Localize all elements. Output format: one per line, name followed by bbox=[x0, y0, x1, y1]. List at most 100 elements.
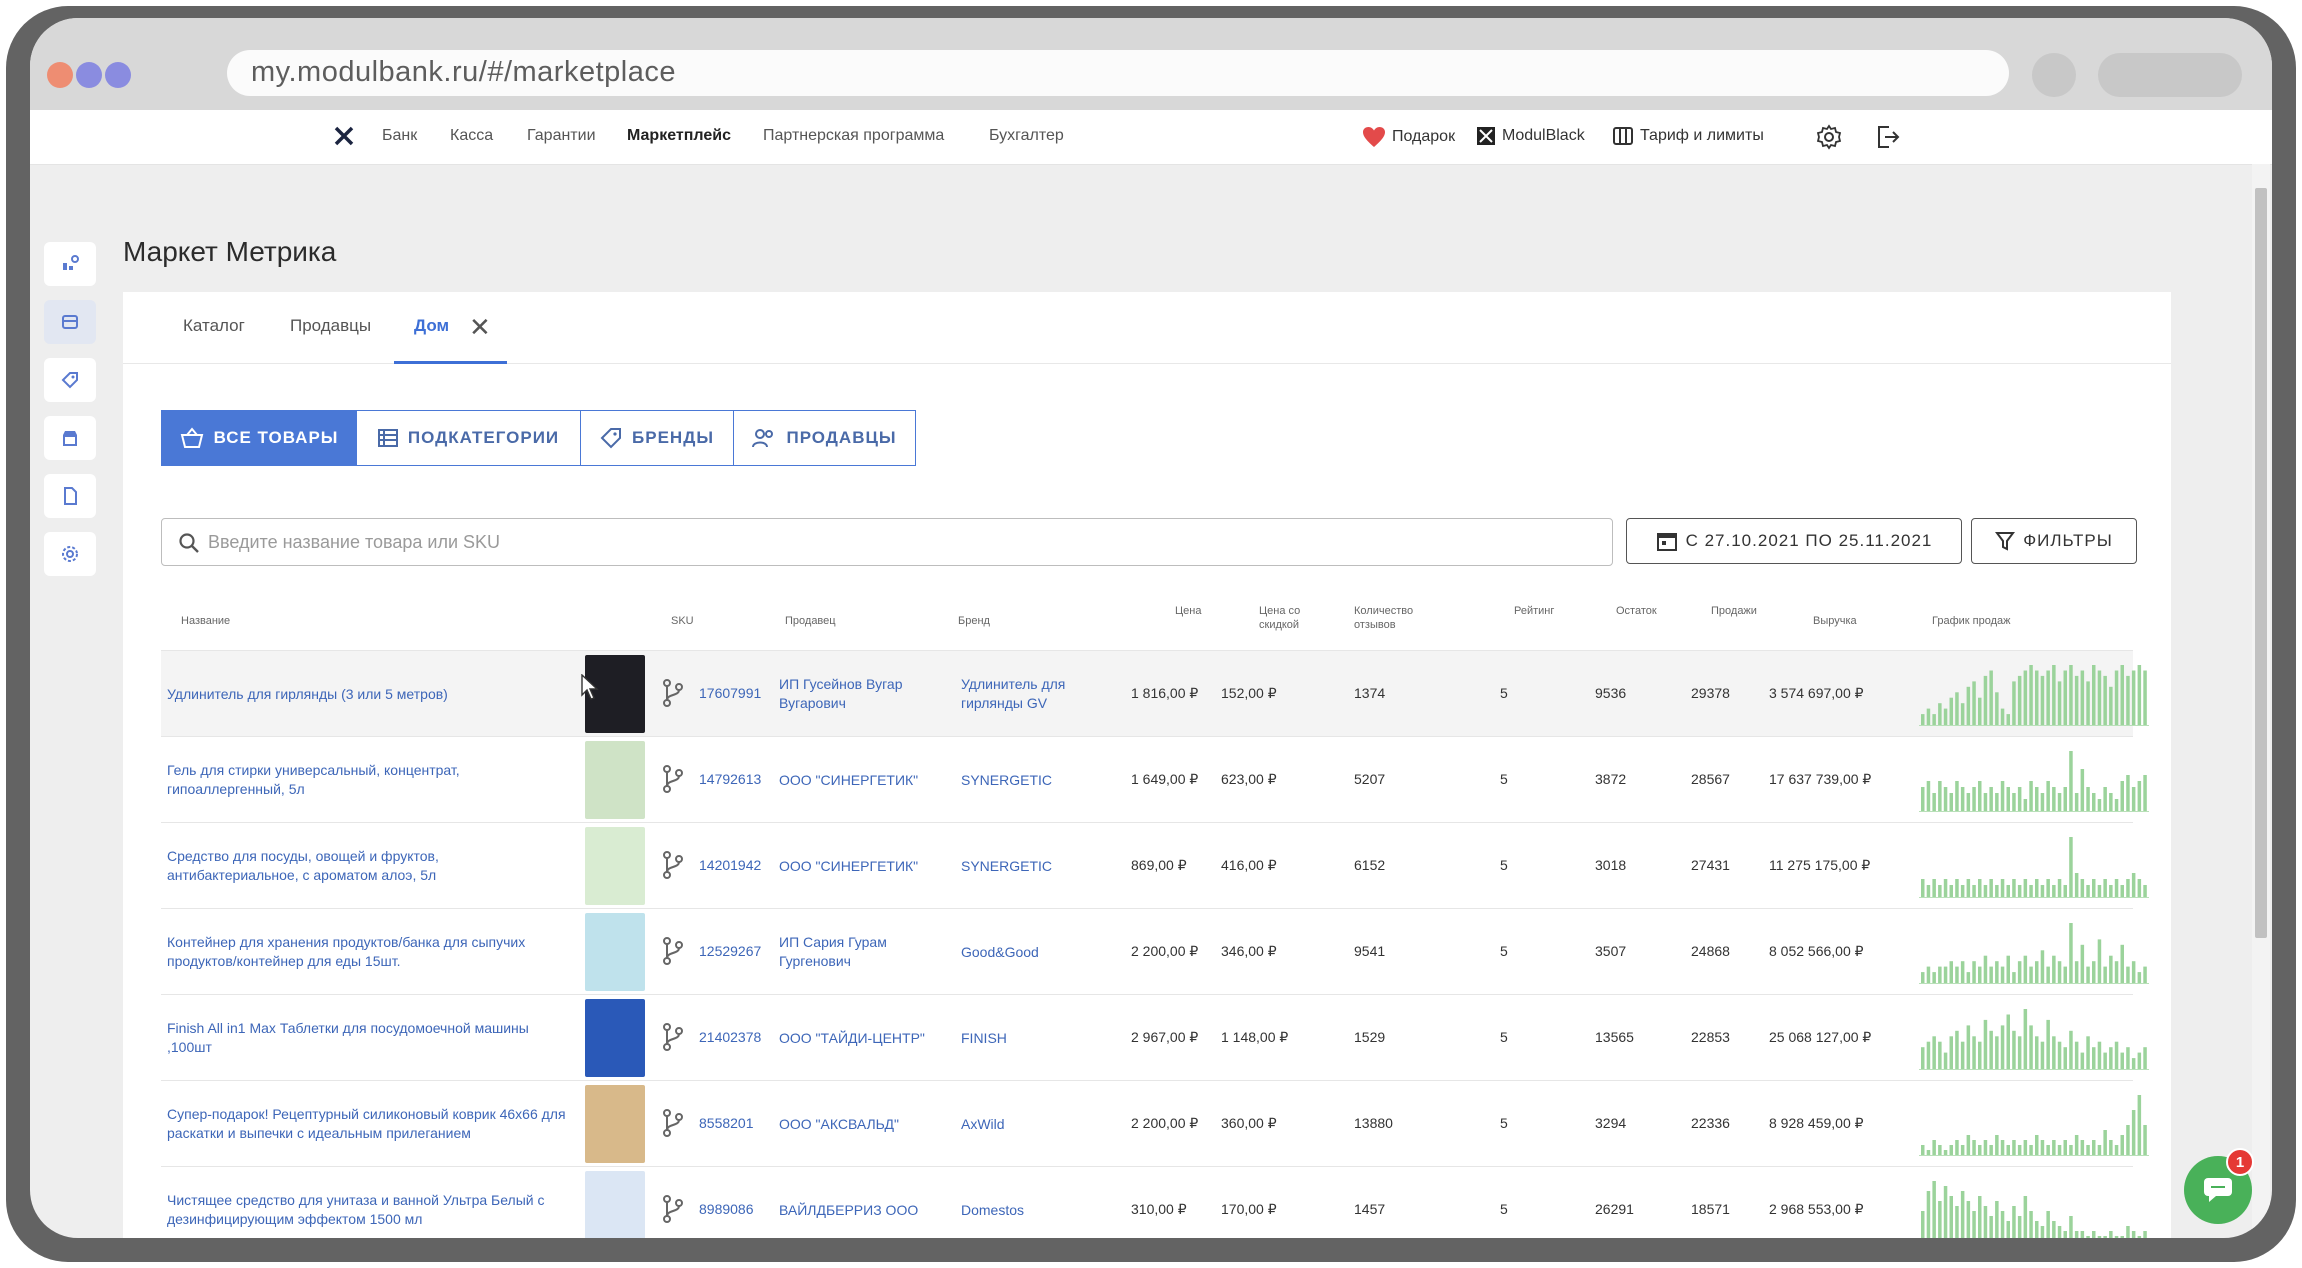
product-name-link[interactable]: Finish All in1 Max Таблетки для посудомо… bbox=[167, 1019, 567, 1057]
product-name-link[interactable]: Гель для стирки универсальный, концентра… bbox=[167, 761, 567, 799]
sku-link[interactable]: 8989086 bbox=[699, 1201, 754, 1217]
column-sku[interactable]: SKU bbox=[671, 614, 694, 628]
nav-kassa[interactable]: Касса bbox=[450, 127, 493, 145]
column-seller[interactable]: Продавец bbox=[785, 614, 836, 628]
tariff-link[interactable]: Тариф и лимиты bbox=[1612, 126, 1764, 146]
column-rating[interactable]: Рейтинг bbox=[1514, 604, 1554, 618]
brand-link[interactable]: SYNERGETIC bbox=[961, 857, 1091, 876]
nav-bank[interactable]: Банк bbox=[382, 127, 417, 145]
branch-icon[interactable] bbox=[662, 937, 684, 965]
seller-link[interactable]: ИП Сария Гурам Гургенович bbox=[779, 933, 929, 971]
column-reviews[interactable]: Количество отзывов bbox=[1354, 604, 1436, 632]
sku-link[interactable]: 14201942 bbox=[699, 857, 761, 873]
page-scrollbar[interactable] bbox=[2252, 164, 2270, 1238]
table-row[interactable]: Супер-подарок! Рецептурный силиконовый к… bbox=[161, 1080, 2149, 1166]
brand-link[interactable]: Domestos bbox=[961, 1201, 1091, 1220]
profile-icon[interactable] bbox=[2032, 53, 2076, 97]
column-stock[interactable]: Остаток bbox=[1616, 604, 1657, 618]
column-brand[interactable]: Бренд bbox=[958, 614, 990, 628]
nav-accountant[interactable]: Бухгалтер bbox=[989, 127, 1064, 145]
sales-sparkline[interactable] bbox=[1915, 1081, 2151, 1167]
nav-partner-program[interactable]: Партнерская программа bbox=[763, 127, 944, 145]
product-name-link[interactable]: Чистящее средство для унитаза и ванной У… bbox=[167, 1191, 567, 1229]
sales-sparkline[interactable] bbox=[1915, 1167, 2151, 1238]
search-input[interactable] bbox=[208, 527, 1588, 557]
segment-subcategories[interactable]: ПОДКАТЕГОРИИ bbox=[356, 410, 581, 466]
brand-link[interactable]: FINISH bbox=[961, 1029, 1091, 1048]
tab-catalog[interactable]: Каталог bbox=[183, 316, 245, 336]
sku-link[interactable]: 21402378 bbox=[699, 1029, 761, 1045]
minimize-window-dot[interactable] bbox=[76, 62, 102, 88]
logout-icon[interactable] bbox=[1875, 124, 1901, 150]
sales-sparkline[interactable] bbox=[1915, 651, 2151, 737]
sales-sparkline[interactable] bbox=[1915, 909, 2151, 995]
product-thumbnail[interactable] bbox=[585, 741, 645, 819]
seller-link[interactable]: ВАЙЛДБЕРРИЗ ООО bbox=[779, 1201, 929, 1220]
branch-icon[interactable] bbox=[662, 1109, 684, 1137]
column-sales-chart[interactable]: График продаж bbox=[1932, 614, 2010, 628]
sales-sparkline[interactable] bbox=[1915, 823, 2151, 909]
modulblack-link[interactable]: ModulBlack bbox=[1476, 126, 1585, 146]
branch-icon[interactable] bbox=[662, 1023, 684, 1051]
rail-analytics-button[interactable] bbox=[44, 242, 96, 286]
table-row[interactable]: Чистящее средство для унитаза и ванной У… bbox=[161, 1166, 2147, 1238]
settings-gear-icon[interactable] bbox=[1816, 124, 1842, 150]
product-thumbnail[interactable] bbox=[585, 1085, 645, 1163]
table-row[interactable]: Finish All in1 Max Таблетки для посудомо… bbox=[161, 994, 2149, 1080]
search-box[interactable] bbox=[161, 518, 1613, 566]
tab-sellers[interactable]: Продавцы bbox=[290, 316, 371, 336]
column-price[interactable]: Цена bbox=[1175, 604, 1201, 618]
maximize-window-dot[interactable] bbox=[105, 62, 131, 88]
table-row[interactable]: Контейнер для хранения продуктов/банка д… bbox=[161, 908, 2149, 994]
modulbank-logo-icon[interactable] bbox=[333, 125, 355, 147]
brand-link[interactable]: Good&Good bbox=[961, 943, 1091, 962]
product-name-link[interactable]: Удлинитель для гирлянды (3 или 5 метров) bbox=[167, 685, 567, 704]
gift-link[interactable]: Подарок bbox=[1362, 126, 1455, 148]
sku-link[interactable]: 17607991 bbox=[699, 685, 761, 701]
seller-link[interactable]: ООО "ТАЙДИ-ЦЕНТР" bbox=[779, 1029, 929, 1048]
sku-link[interactable]: 14792613 bbox=[699, 771, 761, 787]
seller-link[interactable]: ИП Гусейнов Вугар Вугарович bbox=[779, 675, 929, 713]
table-row[interactable]: Средство для посуды, овощей и фруктов, а… bbox=[161, 822, 2149, 908]
column-revenue[interactable]: Выручка bbox=[1813, 614, 1857, 628]
rail-tag-button[interactable] bbox=[44, 358, 96, 402]
seller-link[interactable]: ООО "АКСВАЛЬД" bbox=[779, 1115, 929, 1134]
column-name[interactable]: Название bbox=[181, 614, 230, 628]
nav-marketplace[interactable]: Маркетплейс bbox=[627, 127, 731, 145]
product-thumbnail[interactable] bbox=[585, 999, 645, 1077]
brand-link[interactable]: SYNERGETIC bbox=[961, 771, 1091, 790]
column-discount-price[interactable]: Цена со скидкой bbox=[1259, 604, 1319, 632]
filters-button[interactable]: ФИЛЬТРЫ bbox=[1971, 518, 2137, 564]
table-row[interactable]: Гель для стирки универсальный, концентра… bbox=[161, 736, 2149, 822]
scrollbar-thumb[interactable] bbox=[2255, 188, 2267, 938]
sku-link[interactable]: 8558201 bbox=[699, 1115, 754, 1131]
branch-icon[interactable] bbox=[662, 679, 684, 707]
product-thumbnail[interactable] bbox=[585, 827, 645, 905]
product-name-link[interactable]: Контейнер для хранения продуктов/банка д… bbox=[167, 933, 567, 971]
table-row[interactable]: Удлинитель для гирлянды (3 или 5 метров)… bbox=[161, 650, 2149, 736]
segment-all-products[interactable]: ВСЕ ТОВАРЫ bbox=[161, 410, 357, 466]
date-range-button[interactable]: С 27.10.2021 ПО 25.11.2021 bbox=[1626, 518, 1962, 564]
brand-link[interactable]: AxWild bbox=[961, 1115, 1091, 1134]
branch-icon[interactable] bbox=[662, 851, 684, 879]
product-name-link[interactable]: Средство для посуды, овощей и фруктов, а… bbox=[167, 847, 567, 885]
rail-document-button[interactable] bbox=[44, 474, 96, 518]
sales-sparkline[interactable] bbox=[1915, 995, 2151, 1081]
seller-link[interactable]: ООО "СИНЕРГЕТИК" bbox=[779, 857, 929, 876]
sales-sparkline[interactable] bbox=[1915, 737, 2151, 823]
rail-store-button[interactable] bbox=[44, 300, 96, 344]
segment-sellers[interactable]: ПРОДАВЦЫ bbox=[733, 410, 916, 466]
close-tab-icon[interactable]: ✕ bbox=[469, 312, 491, 343]
address-bar[interactable]: my.modulbank.ru/#/marketplace bbox=[227, 50, 2009, 96]
branch-icon[interactable] bbox=[662, 765, 684, 793]
brand-link[interactable]: Удлинитель для гирлянды GV bbox=[961, 675, 1091, 713]
rail-settings-button[interactable] bbox=[44, 532, 96, 576]
tab-dom[interactable]: Дом bbox=[414, 316, 449, 336]
nav-guarantees[interactable]: Гарантии bbox=[527, 127, 596, 145]
browser-menu-pill[interactable] bbox=[2098, 53, 2242, 97]
rail-shop-button[interactable] bbox=[44, 416, 96, 460]
product-name-link[interactable]: Супер-подарок! Рецептурный силиконовый к… bbox=[167, 1105, 567, 1143]
segment-brands[interactable]: БРЕНДЫ bbox=[580, 410, 734, 466]
sku-link[interactable]: 12529267 bbox=[699, 943, 761, 959]
branch-icon[interactable] bbox=[662, 1195, 684, 1223]
